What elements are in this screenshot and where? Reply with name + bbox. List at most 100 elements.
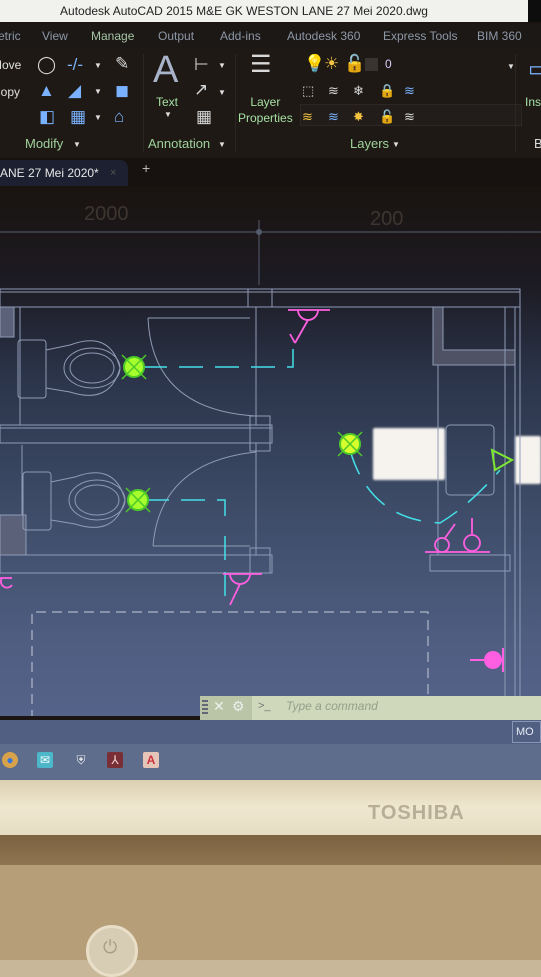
leader-icon[interactable]: ↗ — [194, 81, 208, 99]
dimension-dropdown-icon[interactable]: ▼ — [218, 61, 226, 70]
layer-off-icon[interactable]: ⬚ — [302, 82, 314, 100]
hatched-column — [0, 514, 27, 556]
bulb-on-icon[interactable]: 💡 — [304, 55, 325, 73]
lock-icon[interactable]: 🔒 — [379, 82, 395, 100]
annotation-panel-expand-icon[interactable]: ▼ — [218, 140, 226, 149]
unlock-layer-icon[interactable]: 🔓 — [379, 108, 395, 126]
new-tab-button[interactable]: + — [142, 160, 150, 176]
explode-icon[interactable]: ◼ — [115, 82, 129, 100]
ribbon-tab-autodesk-360[interactable]: Autodesk 360 — [287, 24, 360, 48]
ribbon: Move Copy ◯ -/- ▼ ✎ ▲ ◢ ▼ ◼ ◧ ▦ ▼ ⌂ Modi… — [0, 48, 541, 158]
mail-taskbar-icon[interactable]: ✉ — [37, 752, 53, 768]
text-dropdown-icon[interactable]: ▼ — [164, 110, 172, 119]
command-prompt-icon[interactable]: >_ — [258, 700, 271, 712]
file-tab[interactable]: ANE 27 Mei 2020* × — [0, 160, 128, 186]
modify-panel-label[interactable]: Modify — [25, 136, 63, 151]
array-icon[interactable]: ▦ — [70, 108, 86, 126]
trim-dropdown-icon[interactable]: ▼ — [94, 61, 102, 70]
status-bar: MO — [0, 720, 541, 744]
wiring-circuit — [145, 499, 226, 520]
drawing-canvas[interactable]: 2000 200 — [0, 186, 541, 716]
light-fixture — [121, 354, 147, 380]
wiring-circuit — [349, 449, 501, 524]
modify-panel-expand-icon[interactable]: ▼ — [73, 140, 81, 149]
copy-button[interactable]: Copy — [0, 85, 20, 99]
ribbon-tab-parametric[interactable]: etric — [0, 24, 21, 48]
layer-dropdown-arrow-icon[interactable]: ▼ — [507, 62, 515, 71]
laptop-body — [0, 865, 541, 960]
command-close-icon[interactable]: ✕ — [213, 698, 225, 715]
file-tab-bar: ANE 27 Mei 2020* × — [0, 158, 541, 186]
freeze-icon[interactable]: ❄ — [353, 82, 364, 100]
unlock-icon[interactable]: 🔓 — [344, 55, 365, 73]
toilet-tank — [17, 339, 47, 399]
command-placeholder: Type a command — [286, 699, 378, 713]
fillet-icon[interactable]: ◢ — [68, 82, 81, 100]
hatched-column — [0, 306, 15, 338]
color-swatch-icon — [365, 58, 378, 71]
socket-outlet — [470, 648, 504, 672]
layer-previous-icon[interactable]: ≋ — [328, 108, 339, 126]
stretch-icon[interactable]: ◧ — [39, 108, 55, 126]
panel-divider — [515, 54, 516, 152]
insert-block-icon[interactable]: ▭ — [528, 58, 541, 80]
acrobat-taskbar-icon[interactable]: ⅄ — [107, 752, 123, 768]
offset-icon[interactable]: ⌂ — [114, 108, 124, 126]
make-current-icon[interactable]: ≋ — [328, 82, 339, 100]
dimension-icon[interactable]: ⊢ — [194, 56, 209, 74]
sun-icon[interactable]: ☀ — [324, 55, 339, 73]
window-title-bar: Autodesk AutoCAD 2015 M&E GK WESTON LANE… — [0, 0, 541, 22]
brand-logo: TOSHIBA — [368, 802, 465, 824]
wiring-circuit — [143, 342, 294, 368]
laptop-screen: Autodesk AutoCAD 2015 M&E GK WESTON LANE… — [0, 0, 541, 780]
array-dropdown-icon[interactable]: ▼ — [94, 113, 102, 122]
floor-plan: 2000 200 — [0, 203, 541, 716]
text-button-label[interactable]: Text — [156, 94, 178, 110]
block-panel-label[interactable]: B — [534, 136, 541, 151]
model-space-button[interactable]: MO — [512, 721, 541, 743]
ribbon-tab-add-ins[interactable]: Add-ins — [220, 24, 261, 48]
erase-icon[interactable]: ✎ — [115, 55, 129, 73]
text-icon[interactable]: A — [153, 50, 178, 90]
autocad-taskbar-icon[interactable]: A — [143, 752, 159, 768]
move-button[interactable]: Move — [0, 58, 21, 72]
command-input[interactable]: >_ Type a command — [252, 696, 541, 720]
fillet-dropdown-icon[interactable]: ▼ — [94, 87, 102, 96]
ribbon-tab-view[interactable]: View — [42, 24, 68, 48]
emergency-light — [490, 448, 515, 472]
light-fixture — [337, 431, 363, 457]
wall-segment — [429, 554, 511, 572]
ribbon-tab-manage[interactable]: Manage — [91, 24, 134, 48]
match-layer-icon[interactable]: ≋ — [404, 82, 415, 100]
isolate-icon[interactable]: ≋ — [302, 108, 313, 126]
chrome-taskbar-icon[interactable]: ● — [2, 752, 18, 768]
layer-walk-icon[interactable]: ≋ — [404, 108, 415, 126]
ribbon-tab-express-tools[interactable]: Express Tools — [383, 24, 457, 48]
rotate-icon[interactable]: ◯ — [37, 56, 56, 74]
layers-panel-label[interactable]: Layers — [350, 136, 389, 151]
file-tab-label: ANE 27 Mei 2020* — [0, 166, 99, 180]
trim-icon[interactable]: -/- — [67, 56, 83, 74]
insert-button-label[interactable]: Ins — [525, 94, 541, 110]
panel-divider — [235, 54, 236, 152]
security-taskbar-icon[interactable]: ⛨ — [73, 752, 89, 768]
mirror-icon[interactable]: ▲ — [38, 82, 55, 100]
ribbon-tab-output[interactable]: Output — [158, 24, 194, 48]
thaw-all-icon[interactable]: ✸ — [353, 108, 364, 126]
table-icon[interactable]: ▦ — [196, 108, 212, 126]
layer-properties-button[interactable]: Layer Properties — [238, 94, 293, 126]
layers-panel-expand-icon[interactable]: ▼ — [392, 140, 400, 149]
command-settings-icon[interactable]: ⚙ — [232, 698, 245, 715]
leader-dropdown-icon[interactable]: ▼ — [218, 88, 226, 97]
command-line-grip[interactable] — [202, 700, 208, 716]
power-button[interactable]: ⏻ — [86, 925, 138, 977]
toilet-tank — [22, 471, 52, 531]
annotation-panel-label[interactable]: Annotation — [148, 136, 210, 151]
ribbon-tab-bim-360[interactable]: BIM 360 — [477, 24, 522, 48]
layer-properties-icon[interactable]: ☰ — [250, 53, 272, 77]
close-tab-icon[interactable]: × — [110, 160, 116, 186]
door-swing — [152, 451, 257, 547]
window-title: Autodesk AutoCAD 2015 M&E GK WESTON LANE… — [60, 4, 428, 18]
light-fixture — [125, 487, 151, 513]
current-layer-name: 0 — [385, 57, 392, 71]
